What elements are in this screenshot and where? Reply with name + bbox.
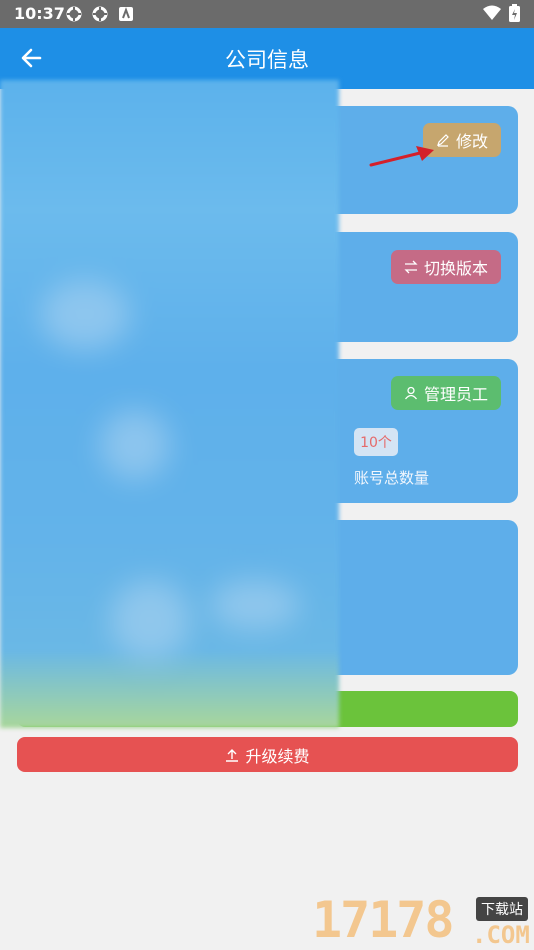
blur-blob bbox=[110, 580, 190, 660]
page-title: 公司信息 bbox=[225, 48, 309, 72]
manage-staff-label: 管理员工 bbox=[423, 385, 488, 404]
swap-icon bbox=[404, 260, 418, 274]
upgrade-renew-label: 升级续费 bbox=[245, 746, 310, 766]
watermark-number: 17178 bbox=[312, 891, 455, 949]
status-right-icons bbox=[483, 4, 520, 22]
switch-version-label: 切换版本 bbox=[423, 259, 488, 278]
status-bar: 10:37 bbox=[0, 0, 534, 28]
blur-blob bbox=[40, 280, 130, 350]
account-count-label: 账号总数量 bbox=[354, 469, 430, 487]
sync-icon bbox=[66, 6, 82, 22]
watermark-domain: .COM bbox=[472, 921, 530, 949]
upload-icon bbox=[226, 748, 239, 762]
wifi-icon bbox=[483, 5, 501, 20]
switch-version-button[interactable]: 切换版本 bbox=[391, 250, 501, 284]
blur-blob bbox=[100, 410, 170, 480]
watermark: 17178 下载站 .COM bbox=[312, 891, 534, 950]
upgrade-renew-button[interactable]: 升级续费 bbox=[17, 737, 518, 772]
red-arrow-annotation bbox=[369, 146, 434, 167]
battery-icon bbox=[509, 4, 520, 22]
account-count-badge: 10个 bbox=[354, 428, 398, 456]
manage-staff-button[interactable]: 管理员工 bbox=[391, 376, 501, 410]
notification-icon bbox=[119, 7, 133, 21]
blurred-region bbox=[0, 80, 339, 728]
blur-blob bbox=[210, 580, 300, 630]
pencil-icon bbox=[437, 134, 449, 147]
user-icon bbox=[404, 386, 417, 400]
watermark-site: 下载站 bbox=[476, 897, 528, 921]
status-time: 10:37 bbox=[14, 4, 65, 23]
sync-icon bbox=[92, 6, 108, 22]
edit-button-label: 修改 bbox=[455, 132, 488, 151]
